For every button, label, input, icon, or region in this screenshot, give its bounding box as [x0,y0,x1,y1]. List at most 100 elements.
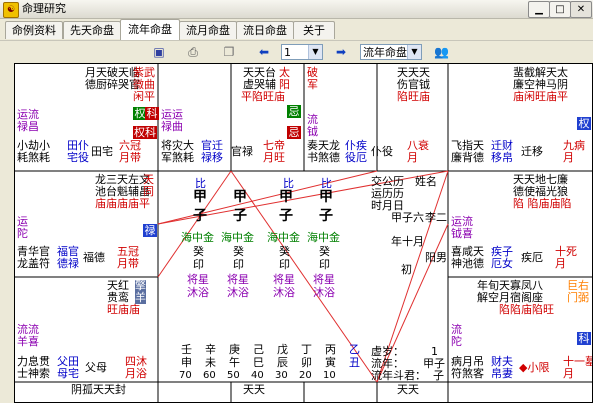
print-icon[interactable]: ⎙ [186,45,200,59]
pillar-shen: 印 [319,258,330,271]
chevron-down-icon: ▼ [308,45,322,59]
dayun-branch: 卯 [301,356,312,369]
dayun-branch: 辰 [277,356,288,369]
palace-status: 闲平 [133,90,155,103]
pillar-stem: 甲 [233,189,247,205]
pillar-nayin: 海中金 [307,231,340,244]
hua-quan-badge: 权 [577,117,591,130]
chevron-down-icon: ▼ [407,45,421,59]
palace-age-hint: 月带 [119,151,141,164]
palace-stars: 天天 [397,383,419,396]
palace-bottom-stars: 士神索 [17,367,50,380]
palace-status: 旺庙庙 [107,303,140,316]
pillar-star: 将星 [273,273,295,286]
palace-house-name: 福德 [83,251,105,264]
palace-status: 庙庙庙庙平 [95,197,150,210]
pillar-branch: 子 [233,208,247,224]
dayun-age: 20 [299,370,312,381]
destiny-chart: 月天破天临 德厨碎哭官 紫武 微曲 闲平 权 科 运流 禄昌 权科 小劫小 耗煞… [14,63,593,403]
palace-bottom-stars: 军煞耗 [161,151,194,164]
pillar-state: 沐浴 [313,286,335,299]
dayun-branch: 申 [181,356,192,369]
pillar-stem: 甲 [319,189,333,205]
people-icon[interactable]: 👥 [434,45,449,59]
dayun-branch: 未 [205,356,216,369]
palace-bottom-stars: 书煞德 [307,151,340,164]
dayun-age: 10 [323,370,336,381]
palace-house-name: 父母 [85,361,107,374]
palace-side-label: 钺喜 [451,227,473,240]
tab-year-chart[interactable]: 流年命盘 [120,19,180,40]
palace-main-star: 门弼 [567,291,589,304]
palace-house-name: 疾厄 [521,251,543,264]
info-value: 甲子六 [391,211,424,224]
dayun-stem: 乙 [349,343,360,356]
arrow-right-icon[interactable]: ➡ [334,45,348,59]
dayun-age: 60 [203,370,216,381]
dayun-stem: 己 [253,343,264,356]
palace-side-label: 陀 [17,227,28,240]
palace-status: 陷 陷庙庙陷 [513,197,572,210]
palace-gods: 母宅 [57,367,79,380]
mode-select[interactable]: 流年命盘 ▼ [360,44,422,60]
doujun-value: 子 [433,369,444,382]
pillar-star: 将星 [227,273,249,286]
palace-status: 庙闲旺庙平 [513,90,568,103]
palace-age-hint: 月旺 [263,151,285,164]
pillar-star: 将星 [187,273,209,286]
palace-side-label: 钺 [307,125,318,138]
pillar-state: 沐浴 [273,286,295,299]
hua-lu-badge: 禄 [143,224,157,237]
palace-side-label: 羊喜 [17,335,39,348]
hua-ke-badge: 科 [145,107,159,120]
dayun-age: 40 [251,370,264,381]
tab-month-chart[interactable]: 流月命盘 [179,21,237,39]
tab-case-data[interactable]: 命例资料 [5,21,63,39]
dayun-stem: 丁 [301,343,312,356]
dayun-age: 70 [179,370,192,381]
pillar-stem: 甲 [279,189,293,205]
copy-icon[interactable]: ❐ [222,45,236,59]
pillar-branch: 子 [193,208,207,224]
minimize-button[interactable]: ▁ [528,1,550,18]
palace-gods: 禄移 [201,151,223,164]
pillar-star: 将星 [313,273,335,286]
dayun-branch: 巳 [253,356,264,369]
tab-innate-chart[interactable]: 先天命盘 [63,21,121,39]
xiaoxian-marker: ◆小限 [519,361,550,374]
close-button[interactable]: ✕ [570,1,592,18]
pillar-nayin: 海中金 [267,231,300,244]
palace-house-name: 田宅 [91,145,113,158]
palace-house-name: 仆役 [371,145,393,158]
palace-house-name: 迁移 [521,145,543,158]
hua-ji-badge: 忌 [287,105,301,118]
palace-status: 平陷旺庙 [241,90,285,103]
doujun-label: 流年斗君： [371,369,426,382]
dayun-branch: 寅 [325,356,336,369]
pillar-cang: 癸 [233,245,244,258]
palace-age-hint: 月 [407,151,418,164]
pillar-nayin: 海中金 [221,231,254,244]
palace-age-hint: 月浴 [125,367,147,380]
dayun-stem: 辛 [205,343,216,356]
mode-select-value: 流年命盘 [363,46,407,59]
year-select[interactable]: 1 ▼ [281,44,323,60]
save-icon[interactable]: ▣ [152,45,166,59]
palace-side-label: 陀 [451,335,462,348]
tab-about[interactable]: 关于 [293,21,335,39]
dayun-stem: 庚 [229,343,240,356]
tab-day-chart[interactable]: 流日命盘 [236,21,294,39]
pillar-shen: 印 [233,258,244,271]
palace-bottom-stars: 龙盖符 [17,257,50,270]
palace-age-hint: 月 [555,257,566,270]
info-value: 李二 [425,211,447,224]
dayun-branch: 丑 [349,356,360,369]
pillar-nayin: 海中金 [181,231,214,244]
palace-gods: 役厄 [345,151,367,164]
maximize-button[interactable]: □ [549,1,571,18]
palace-gods: 帛妻 [491,367,513,380]
palace-bottom-stars: 耗煞耗 [17,151,50,164]
arrow-left-icon[interactable]: ⬅ [257,45,271,59]
pillar-stem: 甲 [193,189,207,205]
pillar-branch: 子 [279,208,293,224]
